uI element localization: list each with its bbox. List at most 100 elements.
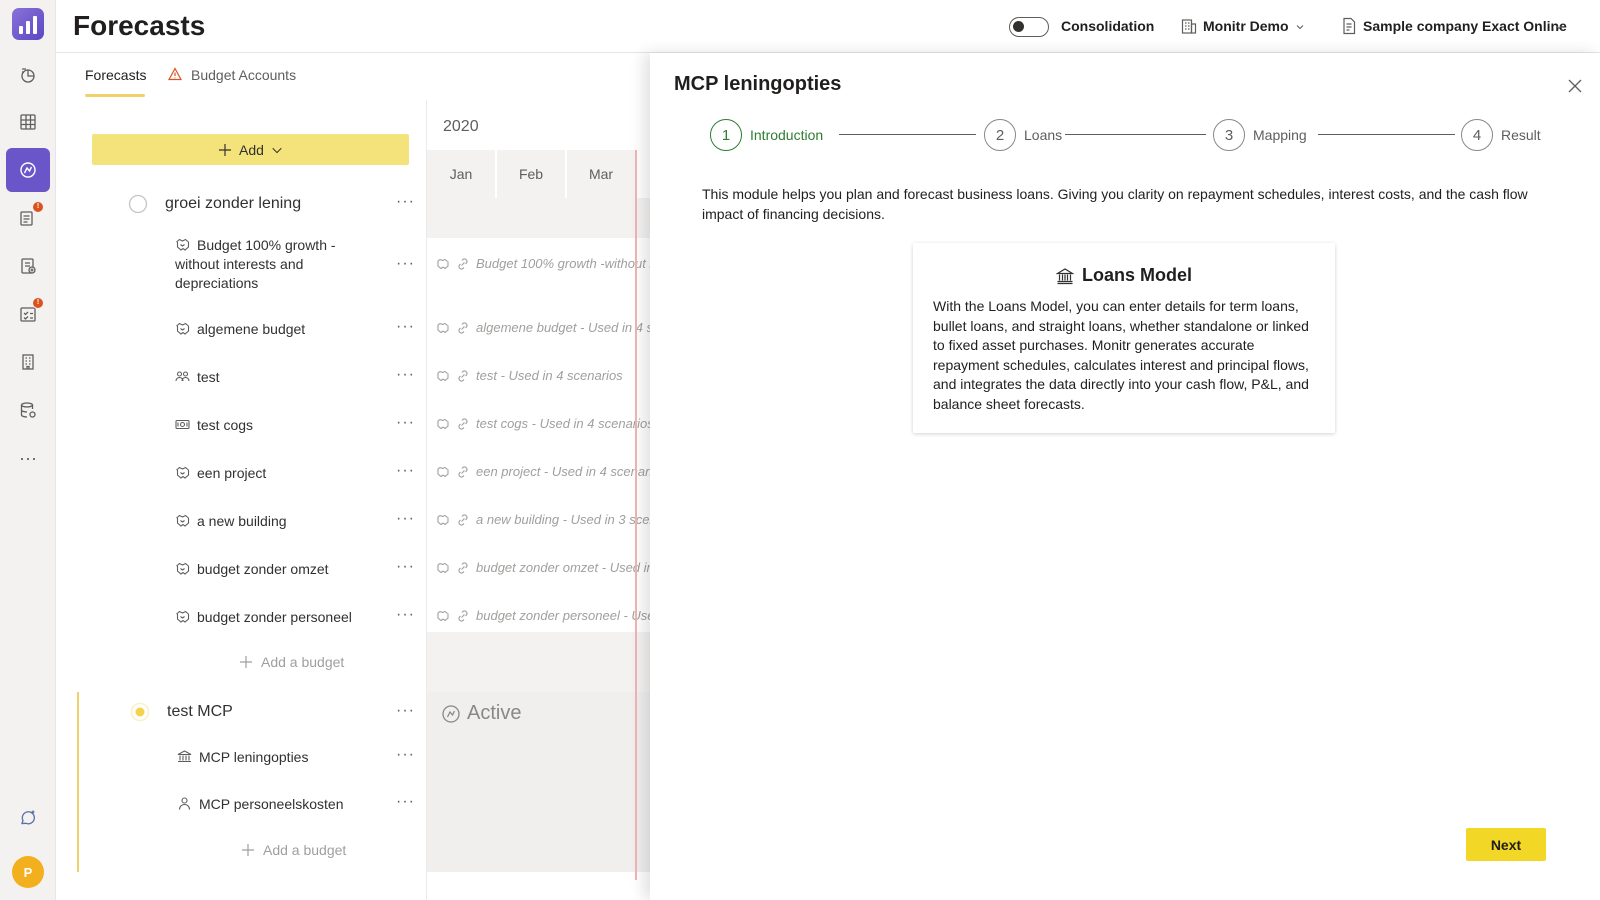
add-budget-button[interactable]: Add a budget xyxy=(241,842,346,858)
rail-forecasts-icon[interactable] xyxy=(6,148,50,192)
add-button[interactable]: Add xyxy=(92,134,409,165)
consolidation-toggle[interactable] xyxy=(1009,17,1049,37)
budget-item-label: algemene budget xyxy=(197,321,306,337)
budget-item-menu-button[interactable]: ··· xyxy=(396,318,415,336)
handshake-icon xyxy=(175,321,190,336)
step-mapping[interactable]: 3 Mapping xyxy=(1213,119,1307,151)
rail-database-icon[interactable] xyxy=(6,388,50,432)
add-budget-button[interactable]: Add a budget xyxy=(239,654,344,670)
step-introduction[interactable]: 1 Introduction xyxy=(710,119,823,151)
timeline-row-label: test cogs - Used in 4 scenarios xyxy=(476,416,650,431)
rail-budget-icon[interactable]: ! xyxy=(6,196,50,240)
budget-item-menu-button[interactable]: ··· xyxy=(396,510,415,528)
group-title: groei zonder lening xyxy=(165,195,302,212)
timeline-row[interactable]: budget zonder personeel - Used in 4 scen… xyxy=(436,608,650,623)
budget-item-label: budget zonder omzet xyxy=(197,561,329,577)
loan-options-panel: MCP leningopties 1 Introduction 2 Loans … xyxy=(650,53,1600,900)
card-title-text: Loans Model xyxy=(1081,265,1192,285)
today-marker xyxy=(635,150,637,880)
timeline-row[interactable]: een project - Used in 4 scenarios xyxy=(436,464,650,479)
link-icon xyxy=(458,257,468,270)
timeline-row[interactable]: budget zonder omzet - Used in 4 scenario… xyxy=(436,560,650,575)
handshake-icon xyxy=(175,465,190,480)
plus-icon xyxy=(219,143,232,156)
rail-building-icon[interactable] xyxy=(6,340,50,384)
handshake-icon xyxy=(175,609,190,624)
link-icon xyxy=(458,321,468,334)
active-group-indicator xyxy=(77,692,79,872)
budget-item-menu-button[interactable]: ··· xyxy=(396,793,415,811)
step-result[interactable]: 4 Result xyxy=(1461,119,1541,151)
link-icon xyxy=(458,561,468,574)
bank-icon xyxy=(177,749,192,764)
timeline-row-label: test - Used in 4 scenarios xyxy=(476,368,623,383)
timeline-row[interactable]: a new building - Used in 3 scenarios xyxy=(436,512,650,527)
timeline-row-label: een project - Used in 4 scenarios xyxy=(476,464,650,479)
step-label: Result xyxy=(1501,127,1541,143)
timeline-row[interactable]: algemene budget - Used in 4 scenarios xyxy=(436,320,650,335)
tab-forecasts[interactable]: Forecasts xyxy=(85,67,146,83)
link-icon xyxy=(458,513,468,526)
budget-item-menu-button[interactable]: ··· xyxy=(396,462,415,480)
top-header: Forecasts Consolidation Monitr Demo Samp… xyxy=(56,0,1600,53)
budget-item-menu-button[interactable]: ··· xyxy=(396,558,415,576)
warning-badge: ! xyxy=(32,201,44,213)
budget-item-label: Budget 100% growth - without interests a… xyxy=(175,237,336,291)
budget-type-icon xyxy=(437,370,449,381)
tab-budget-accounts[interactable]: Budget Accounts xyxy=(191,67,296,83)
budget-item-menu-button[interactable]: ··· xyxy=(396,746,415,764)
budget-type-icon xyxy=(437,466,449,477)
avatar[interactable]: P xyxy=(12,856,44,888)
rail-dashboard-icon[interactable] xyxy=(6,53,50,97)
card-title: Loans Model xyxy=(913,265,1335,286)
budget-item-label: test xyxy=(197,369,220,385)
rail-more-icon[interactable]: ··· xyxy=(6,436,50,480)
timeline-row-label: budget zonder personeel - Used in 4 scen… xyxy=(476,608,650,623)
chevron-down-icon[interactable] xyxy=(1296,23,1304,31)
consolidation-label: Consolidation xyxy=(1061,18,1155,34)
timeline-row[interactable]: test cogs - Used in 4 scenarios xyxy=(436,416,650,431)
timeline-row-label: budget zonder omzet - Used in 4 scenario… xyxy=(476,560,650,575)
add-button-label: Add xyxy=(239,141,264,158)
group-menu-button[interactable]: ··· xyxy=(396,702,415,720)
rail-chat-icon[interactable] xyxy=(6,796,50,840)
rail-checklist-icon[interactable]: ! xyxy=(6,292,50,336)
step-loans[interactable]: 2 Loans xyxy=(984,119,1062,151)
budget-item-menu-button[interactable]: ··· xyxy=(396,366,415,384)
budget-type-icon xyxy=(437,418,449,429)
left-rail: ! ! ··· P xyxy=(0,0,56,900)
link-icon xyxy=(458,609,468,622)
next-button[interactable]: Next xyxy=(1466,828,1546,861)
tab-active-indicator xyxy=(85,94,145,97)
step-label: Loans xyxy=(1024,127,1063,143)
timeline-row[interactable]: Budget 100% growth -without interests an… xyxy=(436,256,650,271)
group-menu-button[interactable]: ··· xyxy=(396,193,415,211)
month-header: Mar xyxy=(567,150,635,198)
page-title: Forecasts xyxy=(73,10,206,41)
app-logo[interactable] xyxy=(12,8,44,40)
budget-type-icon xyxy=(437,562,449,573)
person-icon xyxy=(177,796,192,811)
chevron-down-icon[interactable] xyxy=(1555,23,1563,31)
active-label: Active xyxy=(467,702,522,724)
timeline-row[interactable]: test - Used in 4 scenarios xyxy=(436,368,650,383)
company-selector[interactable]: Sample company Exact Online xyxy=(1363,18,1567,34)
month-header: Feb xyxy=(497,150,565,198)
step-connector xyxy=(839,134,976,135)
timeline-row-label: algemene budget - Used in 4 scenarios xyxy=(476,320,650,335)
budget-type-icon xyxy=(437,514,449,525)
budget-item-menu-button[interactable]: ··· xyxy=(396,414,415,432)
radio-circle-icon[interactable] xyxy=(128,194,148,214)
budget-item-menu-button[interactable]: ··· xyxy=(396,606,415,624)
company-group-selector[interactable]: Monitr Demo xyxy=(1203,18,1289,34)
company-icon xyxy=(1343,17,1356,35)
rail-add-report-icon[interactable] xyxy=(6,244,50,288)
rail-table-icon[interactable] xyxy=(6,100,50,144)
status-active: Active xyxy=(441,702,521,725)
close-icon[interactable] xyxy=(1568,79,1582,93)
budget-type-icon xyxy=(437,610,449,621)
plus-icon xyxy=(242,844,254,856)
budget-item-menu-button[interactable]: ··· xyxy=(396,255,415,273)
handshake-icon xyxy=(175,561,190,576)
radio-selected-icon[interactable] xyxy=(130,702,150,722)
